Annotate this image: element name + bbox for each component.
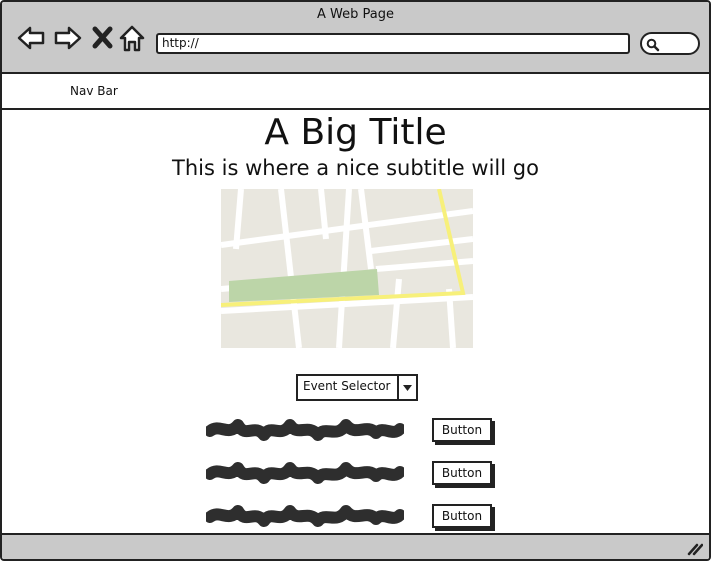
search-input[interactable] — [640, 32, 700, 55]
home-icon[interactable] — [118, 24, 146, 52]
redacted-text-scribble — [204, 417, 406, 443]
nav-bar-label[interactable]: Nav Bar — [70, 84, 118, 98]
dropdown-arrow-icon[interactable] — [397, 376, 416, 399]
map-image-placeholder — [220, 188, 474, 349]
back-arrow-icon[interactable] — [16, 24, 45, 52]
status-bar — [2, 533, 709, 559]
row-button-3[interactable]: Button — [432, 504, 492, 528]
redacted-text-scribble — [204, 460, 406, 486]
page-title: A Big Title — [264, 112, 447, 153]
url-input[interactable]: http:// — [156, 33, 630, 54]
browser-chrome: A Web Page http:// — [2, 2, 709, 74]
forward-arrow-icon[interactable] — [53, 24, 82, 52]
row-button-2[interactable]: Button — [432, 461, 492, 485]
row-button-1[interactable]: Button — [432, 418, 492, 442]
browser-window: A Web Page http:// Nav Bar A Big Title T… — [0, 0, 711, 561]
resize-grip-icon[interactable] — [687, 541, 704, 559]
event-selector-dropdown[interactable]: Event Selector — [296, 374, 418, 401]
redacted-text-scribble — [204, 503, 406, 529]
event-selector-label: Event Selector — [303, 379, 391, 393]
nav-bar: Nav Bar — [2, 74, 709, 110]
page-subtitle: This is where a nice subtitle will go — [172, 156, 539, 180]
window-title: A Web Page — [317, 7, 394, 22]
close-x-icon[interactable] — [91, 24, 119, 52]
search-icon — [646, 38, 660, 52]
